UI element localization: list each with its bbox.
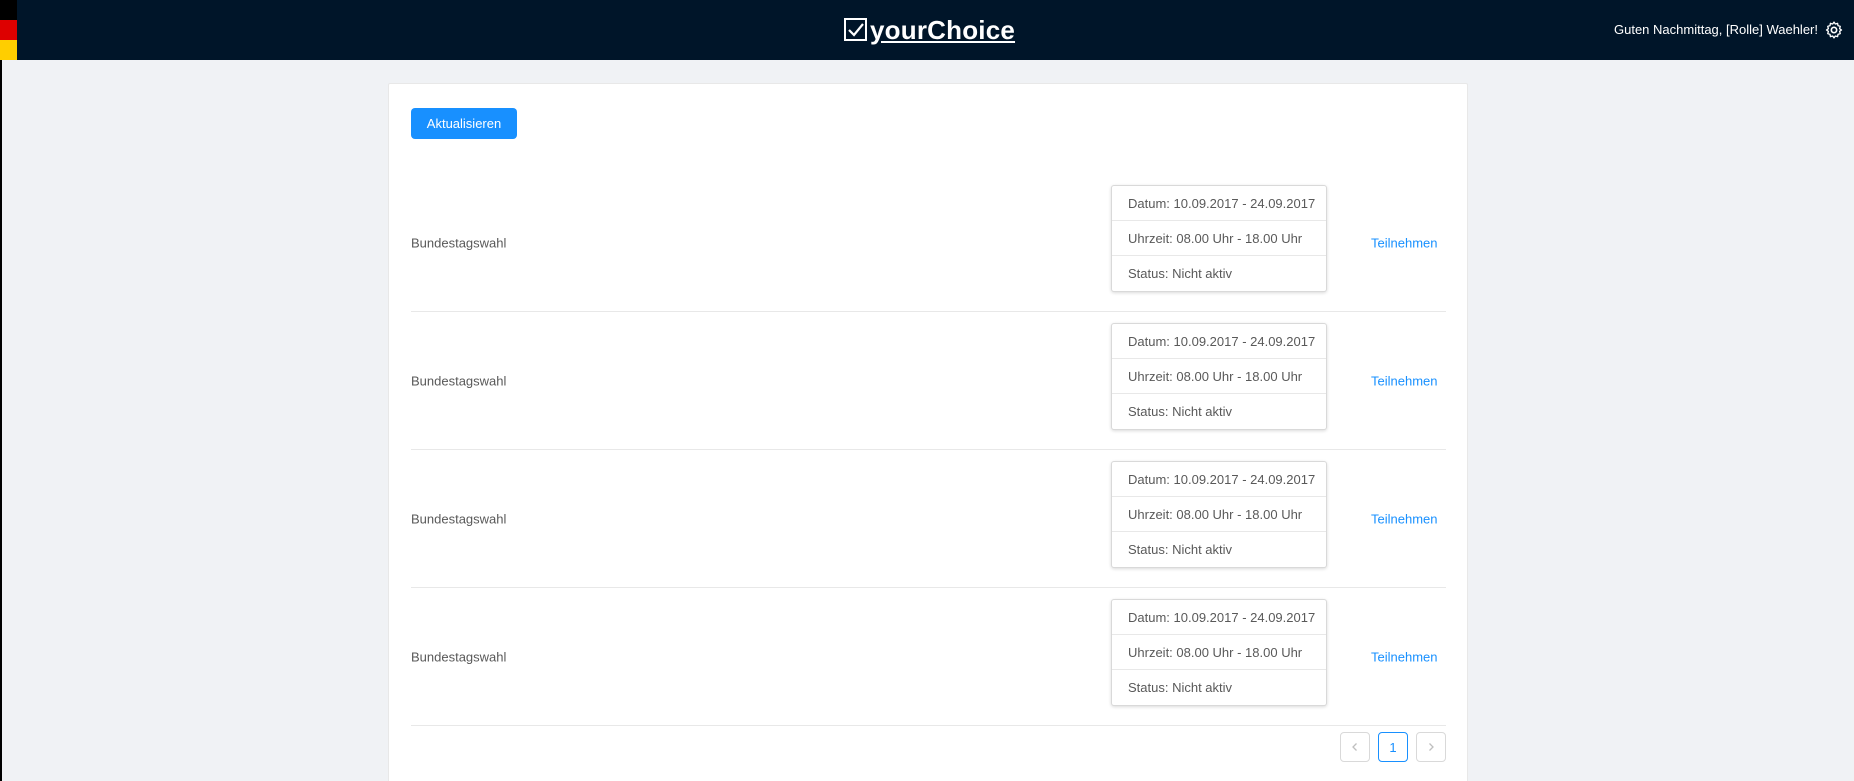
list-item: Bundestagswahl Datum: 10.09.2017 - 24.09…	[411, 312, 1446, 450]
election-time: Uhrzeit: 08.00 Uhr - 18.00 Uhr	[1112, 359, 1326, 394]
left-edge-strip	[0, 60, 2, 781]
join-election-link[interactable]: Teilnehmen	[1371, 373, 1438, 388]
election-name: Bundestagswahl	[411, 511, 507, 526]
election-status: Status: Nicht aktiv	[1128, 680, 1233, 695]
chevron-right-icon	[1429, 743, 1434, 751]
checkbox-icon	[844, 18, 867, 41]
election-name: Bundestagswahl	[411, 649, 507, 664]
election-info-box: Datum: 10.09.2017 - 24.09.2017 Uhrzeit: …	[1111, 323, 1327, 430]
elections-card: Aktualisieren Bundestagswahl Datum: 10.0…	[388, 83, 1468, 781]
election-date: Datum: 10.09.2017 - 24.09.2017	[1112, 600, 1326, 635]
election-info-box: Datum: 10.09.2017 - 24.09.2017 Uhrzeit: …	[1111, 461, 1327, 568]
join-election-link[interactable]: Teilnehmen	[1371, 235, 1438, 250]
election-info-box: Datum: 10.09.2017 - 24.09.2017 Uhrzeit: …	[1111, 185, 1327, 292]
list-item: Bundestagswahl Datum: 10.09.2017 - 24.09…	[411, 450, 1446, 588]
join-election-link[interactable]: Teilnehmen	[1371, 649, 1438, 664]
gear-icon[interactable]	[1824, 20, 1844, 40]
election-date: Datum: 10.09.2017 - 24.09.2017	[1112, 324, 1326, 359]
top-header: yourChoice Guten Nachmittag, [Rolle] Wae…	[0, 0, 1854, 60]
election-status: Status: Nicht aktiv	[1128, 404, 1233, 419]
election-name: Bundestagswahl	[411, 373, 507, 388]
election-status: Status: Nicht aktiv	[1128, 542, 1233, 557]
election-time: Uhrzeit: 08.00 Uhr - 18.00 Uhr	[1112, 221, 1326, 256]
pagination: 1	[1340, 732, 1446, 762]
election-date: Datum: 10.09.2017 - 24.09.2017	[1112, 462, 1326, 497]
next-page-button[interactable]	[1416, 732, 1446, 762]
page-button-current[interactable]: 1	[1378, 732, 1408, 762]
user-greeting: Guten Nachmittag, [Rolle] Waehler!	[1614, 22, 1818, 37]
election-time: Uhrzeit: 08.00 Uhr - 18.00 Uhr	[1112, 635, 1326, 670]
join-election-link[interactable]: Teilnehmen	[1371, 511, 1438, 526]
brand-logo-link[interactable]: yourChoice	[843, 13, 1015, 47]
election-info-box: Datum: 10.09.2017 - 24.09.2017 Uhrzeit: …	[1111, 599, 1327, 706]
election-status: Status: Nicht aktiv	[1128, 266, 1233, 281]
list-item: Bundestagswahl Datum: 10.09.2017 - 24.09…	[411, 174, 1446, 312]
list-item: Bundestagswahl Datum: 10.09.2017 - 24.09…	[411, 588, 1446, 726]
election-name: Bundestagswahl	[411, 235, 507, 250]
chevron-left-icon	[1352, 743, 1357, 751]
election-date: Datum: 10.09.2017 - 24.09.2017	[1112, 186, 1326, 221]
election-time: Uhrzeit: 08.00 Uhr - 18.00 Uhr	[1112, 497, 1326, 532]
german-flag-icon	[0, 0, 17, 60]
election-list: Bundestagswahl Datum: 10.09.2017 - 24.09…	[411, 174, 1446, 726]
brand-name: yourChoice	[870, 14, 1016, 45]
prev-page-button[interactable]	[1340, 732, 1370, 762]
refresh-button[interactable]: Aktualisieren	[411, 108, 517, 139]
